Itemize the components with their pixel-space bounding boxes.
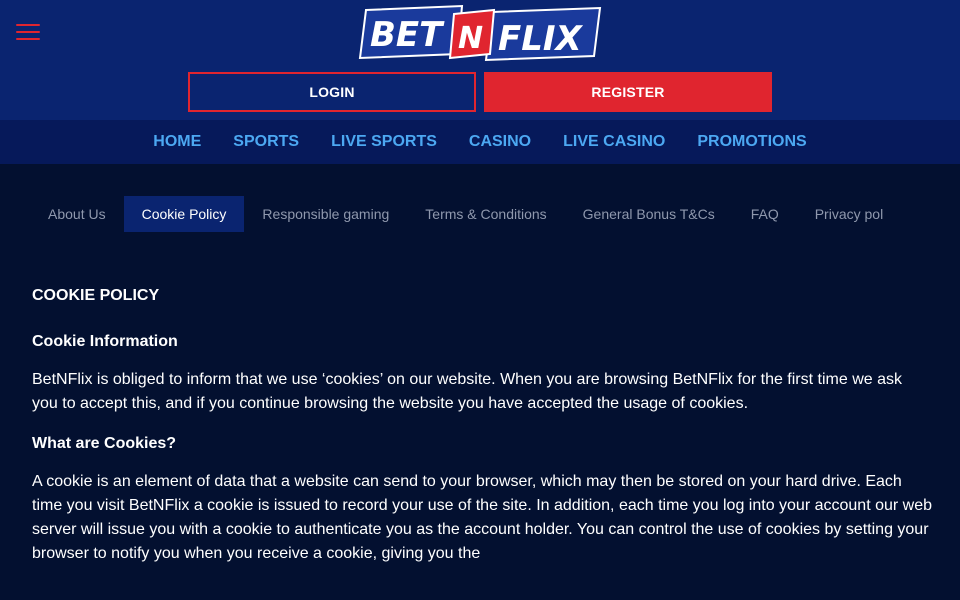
section-text-what-are-cookies: A cookie is an element of data that a we… — [32, 473, 933, 562]
main-navigation: HOME SPORTS LIVE SPORTS CASINO LIVE CASI… — [0, 120, 960, 164]
page-content: COOKIE POLICY Cookie Information BetNFli… — [32, 284, 932, 582]
logo-text-flix: FLIX — [498, 19, 584, 59]
tab-about-us[interactable]: About Us — [30, 196, 124, 232]
hamburger-menu-icon[interactable] — [16, 22, 40, 42]
page-title: COOKIE POLICY — [32, 287, 160, 304]
nav-item-home[interactable]: HOME — [153, 133, 201, 151]
nav-item-sports[interactable]: SPORTS — [233, 133, 299, 151]
tab-terms-conditions[interactable]: Terms & Conditions — [407, 196, 564, 232]
nav-item-live-casino[interactable]: LIVE CASINO — [563, 133, 665, 151]
tab-general-bonus-tcs[interactable]: General Bonus T&Cs — [565, 196, 733, 232]
betnflix-logo[interactable]: BET N FLIX — [358, 4, 602, 62]
section-text-cookie-information: BetNFlix is obliged to inform that we us… — [32, 371, 902, 412]
login-button-label: LOGIN — [309, 84, 355, 100]
logo-text-n: N — [458, 21, 483, 56]
register-button[interactable]: REGISTER — [484, 72, 772, 112]
site-header: BET N FLIX LOGIN REGISTER — [0, 0, 960, 120]
nav-item-promotions[interactable]: PROMOTIONS — [697, 133, 806, 151]
logo-text-bet: BET — [370, 15, 445, 55]
tab-cookie-policy[interactable]: Cookie Policy — [123, 196, 245, 232]
section-heading-what-are-cookies: What are Cookies? — [32, 435, 177, 452]
tab-privacy-policy[interactable]: Privacy pol — [797, 196, 901, 232]
tab-faq[interactable]: FAQ — [733, 196, 797, 232]
tab-responsible-gaming[interactable]: Responsible gaming — [244, 196, 407, 232]
section-heading-cookie-information: Cookie Information — [32, 333, 178, 350]
nav-item-live-sports[interactable]: LIVE SPORTS — [331, 133, 437, 151]
register-button-label: REGISTER — [591, 84, 665, 100]
info-pages-tabs: About Us Cookie Policy Responsible gamin… — [30, 196, 960, 232]
nav-item-casino[interactable]: CASINO — [469, 133, 531, 151]
login-button[interactable]: LOGIN — [188, 72, 476, 112]
